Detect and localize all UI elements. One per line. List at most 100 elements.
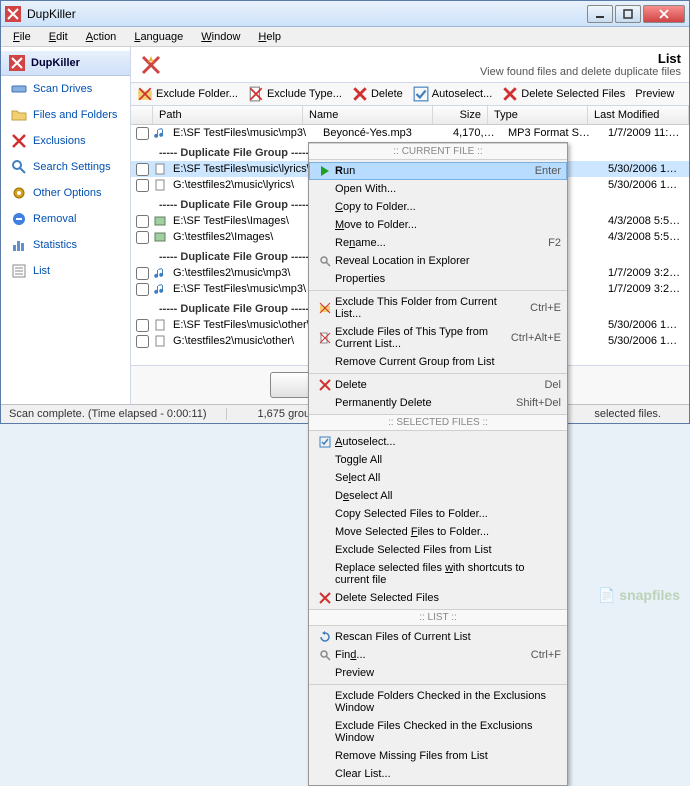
row-checkbox[interactable] <box>131 335 153 348</box>
ctx-delete[interactable]: DeleteDel <box>309 376 567 394</box>
cell-modified: 5/30/2006 10:13:28 PM <box>602 335 689 347</box>
sidebar-item-statistics[interactable]: Statistics <box>1 232 130 258</box>
ctx-exclude-selected[interactable]: Exclude Selected Files from List <box>309 541 567 559</box>
ctx-properties[interactable]: Properties <box>309 270 567 288</box>
exclude-type-button[interactable]: Exclude Type... <box>248 86 342 102</box>
file-type-icon <box>153 163 167 175</box>
row-checkbox[interactable] <box>131 267 153 280</box>
cell-name: Beyoncé-Yes.mp3 <box>317 127 447 139</box>
app-icon <box>9 55 25 71</box>
ctx-move-to-folder[interactable]: Move to Folder... <box>309 216 567 234</box>
main-header: List View found files and delete duplica… <box>131 47 689 83</box>
cell-modified: 5/30/2006 10:14:52 PM <box>602 179 689 191</box>
preview-button[interactable]: Preview <box>635 88 674 100</box>
delete-selected-button[interactable]: Delete Selected Files <box>502 86 625 102</box>
sidebar-item-exclusions[interactable]: Exclusions <box>1 128 130 154</box>
toolbar: Exclude Folder... Exclude Type... Delete… <box>131 83 689 106</box>
column-name[interactable]: Name <box>303 106 433 124</box>
sidebar-item-list[interactable]: List <box>1 258 130 284</box>
ctx-autoselect[interactable]: Autoselect... <box>309 433 567 451</box>
ctx-toggle-all[interactable]: Toggle All <box>309 451 567 469</box>
row-checkbox[interactable] <box>131 319 153 332</box>
minimize-button[interactable] <box>587 5 613 23</box>
menu-language[interactable]: Language <box>126 29 191 45</box>
drive-icon <box>11 81 27 97</box>
ctx-select-all[interactable]: Select All <box>309 469 567 487</box>
ctx-section-selected-files: :: SELECTED FILES :: <box>309 414 567 431</box>
list-icon <box>11 263 27 279</box>
ctx-exclude-type[interactable]: Exclude Files of This Type from Current … <box>309 323 567 353</box>
cell-path: E:\SF TestFiles\music\lyrics\ <box>167 163 317 175</box>
ctx-permanently-delete[interactable]: Permanently DeleteShift+Del <box>309 394 567 412</box>
column-path[interactable]: Path <box>153 106 303 124</box>
ctx-open-with[interactable]: Open With... <box>309 180 567 198</box>
ctx-replace-selected[interactable]: Replace selected files with shortcuts to… <box>309 559 567 589</box>
ctx-section-current-file: :: CURRENT FILE :: <box>309 143 567 160</box>
ctx-clear-list[interactable]: Clear List... <box>309 765 567 783</box>
sidebar-header: DupKiller <box>1 51 130 76</box>
window-title: DupKiller <box>27 7 587 21</box>
delete-selected-icon <box>502 86 518 102</box>
menu-action[interactable]: Action <box>78 29 125 45</box>
sidebar-title: DupKiller <box>31 57 80 69</box>
titlebar[interactable]: DupKiller <box>1 1 689 27</box>
sidebar-item-removal[interactable]: Removal <box>1 206 130 232</box>
ctx-move-selected[interactable]: Move Selected Files to Folder... <box>309 523 567 541</box>
folder-icon <box>11 107 27 123</box>
watermark: 📄 snapfiles <box>598 587 680 604</box>
row-checkbox[interactable] <box>131 215 153 228</box>
ctx-delete-selected[interactable]: Delete Selected Files <box>309 589 567 607</box>
gear-icon <box>11 185 27 201</box>
sidebar-item-files-folders[interactable]: Files and Folders <box>1 102 130 128</box>
ctx-copy-selected[interactable]: Copy Selected Files to Folder... <box>309 505 567 523</box>
ctx-rename[interactable]: Rename...F2 <box>309 234 567 252</box>
column-checkbox[interactable] <box>131 106 153 124</box>
table-row[interactable]: E:\SF TestFiles\music\mp3\Beyoncé-Yes.mp… <box>131 125 689 141</box>
ctx-exclude-folders-win[interactable]: Exclude Folders Checked in the Exclusion… <box>309 687 567 717</box>
refresh-icon <box>315 631 335 643</box>
delete-button[interactable]: Delete <box>352 86 403 102</box>
column-type[interactable]: Type <box>488 106 588 124</box>
ctx-run[interactable]: RunEnter <box>309 162 567 180</box>
column-last-modified[interactable]: Last Modified <box>588 106 689 124</box>
list-header: Path Name Size Type Last Modified <box>131 106 689 125</box>
search-icon <box>315 649 335 661</box>
cell-modified: 4/3/2008 5:53:04 PM <box>602 215 689 227</box>
ctx-remove-group[interactable]: Remove Current Group from List <box>309 353 567 371</box>
delete-icon <box>315 592 335 604</box>
row-checkbox[interactable] <box>131 231 153 244</box>
menu-window[interactable]: Window <box>193 29 248 45</box>
sidebar-item-scan-drives[interactable]: Scan Drives <box>1 76 130 102</box>
sidebar-item-other-options[interactable]: Other Options <box>1 180 130 206</box>
ctx-exclude-folder[interactable]: Exclude This Folder from Current List...… <box>309 293 567 323</box>
sidebar-item-search-settings[interactable]: Search Settings <box>1 154 130 180</box>
ctx-reveal-in-explorer[interactable]: Reveal Location in Explorer <box>309 252 567 270</box>
cell-modified: 5/30/2006 10:14:52 PM <box>602 163 689 175</box>
delete-icon <box>315 379 335 391</box>
cell-size: 4,170,378 <box>447 127 502 139</box>
ctx-rescan[interactable]: Rescan Files of Current List <box>309 628 567 646</box>
maximize-button[interactable] <box>615 5 641 23</box>
row-checkbox[interactable] <box>131 127 153 140</box>
ctx-section-list: :: LIST :: <box>309 609 567 626</box>
menu-help[interactable]: Help <box>250 29 289 45</box>
ctx-preview[interactable]: Preview <box>309 664 567 682</box>
autoselect-button[interactable]: Autoselect... <box>413 86 493 102</box>
ctx-remove-missing[interactable]: Remove Missing Files from List <box>309 747 567 765</box>
sidebar: DupKiller Scan Drives Files and Folders … <box>1 47 131 404</box>
ctx-deselect-all[interactable]: Deselect All <box>309 487 567 505</box>
exclude-folder-button[interactable]: Exclude Folder... <box>137 86 238 102</box>
ctx-find[interactable]: Find...Ctrl+F <box>309 646 567 664</box>
file-type-icon <box>153 283 167 295</box>
column-size[interactable]: Size <box>433 106 488 124</box>
menu-file[interactable]: File <box>5 29 39 45</box>
cell-path: E:\SF TestFiles\music\other\ <box>167 319 317 331</box>
ctx-exclude-files-win[interactable]: Exclude Files Checked in the Exclusions … <box>309 717 567 747</box>
row-checkbox[interactable] <box>131 179 153 192</box>
row-checkbox[interactable] <box>131 163 153 176</box>
ctx-copy-to-folder[interactable]: Copy to Folder... <box>309 198 567 216</box>
row-checkbox[interactable] <box>131 283 153 296</box>
stats-icon <box>11 237 27 253</box>
menu-edit[interactable]: Edit <box>41 29 76 45</box>
close-button[interactable] <box>643 5 685 23</box>
